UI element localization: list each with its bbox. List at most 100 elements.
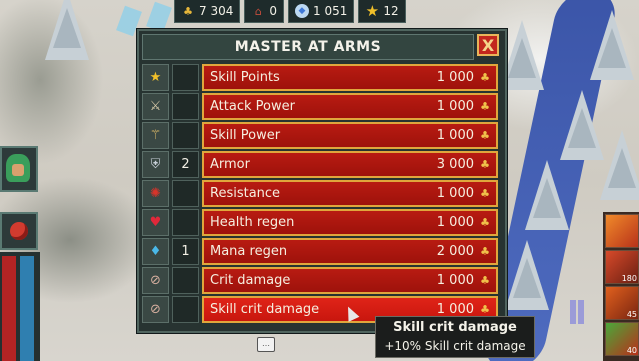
- pine-tree: [560, 90, 604, 160]
- upgrade-row: ✺ Resistance 1 000 ♣: [142, 180, 498, 207]
- crit-icon: ⊘: [142, 267, 169, 294]
- heart-icon: ♥: [142, 209, 169, 236]
- unit-sprite: [566, 296, 590, 328]
- upgrade-cost: 2 000: [436, 244, 474, 259]
- pine-tree: [45, 0, 89, 60]
- upgrade-button-skill-power[interactable]: Skill Power 1 000 ♣: [202, 122, 498, 149]
- skill-crit-icon: ⊘: [142, 296, 169, 323]
- upgrade-button-health-regen[interactable]: Health regen 1 000 ♣: [202, 209, 498, 236]
- mana-crystal-icon: ♦: [142, 238, 169, 265]
- upgrade-cost: 1 000: [436, 186, 474, 201]
- upgrade-row: ⚚ Skill Power 1 000 ♣: [142, 122, 498, 149]
- skill-slot[interactable]: 40: [605, 322, 639, 356]
- shield-icon: ⛨: [142, 151, 169, 178]
- upgrade-button-resistance[interactable]: Resistance 1 000 ♣: [202, 180, 498, 207]
- gem-icon: ◆: [295, 4, 309, 18]
- upgrade-cost: 3 000: [436, 157, 474, 172]
- skill-slot[interactable]: 45: [605, 286, 639, 320]
- star-icon: ★: [142, 64, 169, 91]
- population-counter: ⌂ 0: [244, 0, 284, 23]
- upgrade-label: Skill Points: [210, 70, 280, 85]
- upgrade-row: ♥ Health regen 1 000 ♣: [142, 209, 498, 236]
- upgrade-label: Mana regen: [210, 244, 288, 259]
- star-counter: ★ 12: [358, 0, 406, 23]
- gold-coin-icon: ♣: [480, 100, 490, 113]
- skill-count: 40: [626, 346, 637, 355]
- upgrade-label: Resistance: [210, 186, 281, 201]
- chat-icon[interactable]: …: [257, 337, 275, 352]
- vital-bars: [0, 252, 40, 361]
- upgrade-level: [172, 180, 199, 207]
- skill-slot[interactable]: 180: [605, 250, 639, 284]
- magic-wand-icon: ⚚: [142, 122, 169, 149]
- gold-coin-icon: ♣: [480, 303, 490, 316]
- upgrade-button-mana-regen[interactable]: Mana regen 2 000 ♣: [202, 238, 498, 265]
- skill-bar: 180 45 40: [603, 212, 639, 361]
- upgrade-cost: 1 000: [436, 70, 474, 85]
- pine-tree: [590, 10, 634, 80]
- upgrade-row: ⚔ Attack Power 1 000 ♣: [142, 93, 498, 120]
- upgrade-cost: 1 000: [436, 99, 474, 114]
- star-value: 12: [383, 4, 399, 18]
- upgrade-level: [172, 209, 199, 236]
- gold-coin-icon: ♣: [480, 245, 490, 258]
- tooltip-description: +10% Skill crit damage: [384, 339, 526, 353]
- gold-counter: ♣ 7 304: [174, 0, 241, 23]
- upgrade-level: 2: [172, 151, 199, 178]
- skill-count: 180: [621, 274, 637, 283]
- upgrade-label: Skill Power: [210, 128, 281, 143]
- gold-coins-icon: ♣: [183, 4, 193, 18]
- gold-value: 7 304: [199, 4, 234, 18]
- upgrade-level: 1: [172, 238, 199, 265]
- upgrade-button-armor[interactable]: Armor 3 000 ♣: [202, 151, 498, 178]
- upgrade-label: Skill crit damage: [210, 302, 320, 317]
- skill-count: 45: [626, 310, 637, 319]
- gold-coin-icon: ♣: [480, 71, 490, 84]
- upgrade-cost: 1 000: [436, 215, 474, 230]
- upgrade-label: Crit damage: [210, 273, 291, 288]
- dialog-title: MASTER AT ARMS: [142, 34, 474, 60]
- hero-portrait[interactable]: [0, 146, 38, 192]
- upgrade-cost: 1 000: [436, 302, 474, 317]
- gold-coin-icon: ♣: [480, 129, 490, 142]
- upgrade-button-attack-power[interactable]: Attack Power 1 000 ♣: [202, 93, 498, 120]
- upgrade-cost: 1 000: [436, 128, 474, 143]
- upgrade-level: [172, 122, 199, 149]
- star-icon: ★: [365, 2, 380, 20]
- hero-avatar: [6, 154, 30, 182]
- upgrade-button-skill-points[interactable]: Skill Points 1 000 ♣: [202, 64, 498, 91]
- upgrade-level: [172, 296, 199, 323]
- gem-value: 1 051: [313, 4, 348, 18]
- gem-counter: ◆ 1 051: [288, 0, 355, 23]
- pine-tree: [505, 240, 549, 310]
- gold-coin-icon: ♣: [480, 158, 490, 171]
- upgrade-label: Attack Power: [210, 99, 295, 114]
- upgrade-level: [172, 93, 199, 120]
- close-button[interactable]: X: [477, 34, 499, 56]
- health-bar: [2, 256, 16, 361]
- skill-slot[interactable]: [605, 214, 639, 248]
- resistance-icon: ✺: [142, 180, 169, 207]
- health-potion-slot[interactable]: [0, 212, 38, 250]
- potion-icon: [10, 222, 28, 240]
- upgrade-button-crit-damage[interactable]: Crit damage 1 000 ♣: [202, 267, 498, 294]
- sword-icon: ⚔: [142, 93, 169, 120]
- resource-bar: ♣ 7 304 ⌂ 0 ◆ 1 051 ★ 12: [174, 0, 406, 24]
- gold-coin-icon: ♣: [480, 216, 490, 229]
- upgrade-row: ★ Skill Points 1 000 ♣: [142, 64, 498, 91]
- tooltip-title: Skill crit damage: [393, 320, 517, 335]
- upgrade-label: Health regen: [210, 215, 295, 230]
- tooltip: Skill crit damage +10% Skill crit damage: [375, 316, 535, 358]
- pine-tree: [525, 160, 569, 230]
- upgrade-level: [172, 64, 199, 91]
- pine-tree: [600, 130, 639, 200]
- upgrade-row: ⛨ 2 Armor 3 000 ♣: [142, 151, 498, 178]
- master-at-arms-dialog: MASTER AT ARMS X ★ Skill Points 1 000 ♣ …: [137, 29, 507, 333]
- upgrade-row: ♦ 1 Mana regen 2 000 ♣: [142, 238, 498, 265]
- gold-coin-icon: ♣: [480, 274, 490, 287]
- upgrade-label: Armor: [210, 157, 250, 172]
- gold-coin-icon: ♣: [480, 187, 490, 200]
- upgrade-level: [172, 267, 199, 294]
- population-value: 0: [269, 4, 277, 18]
- population-icon: ⌂: [254, 4, 262, 18]
